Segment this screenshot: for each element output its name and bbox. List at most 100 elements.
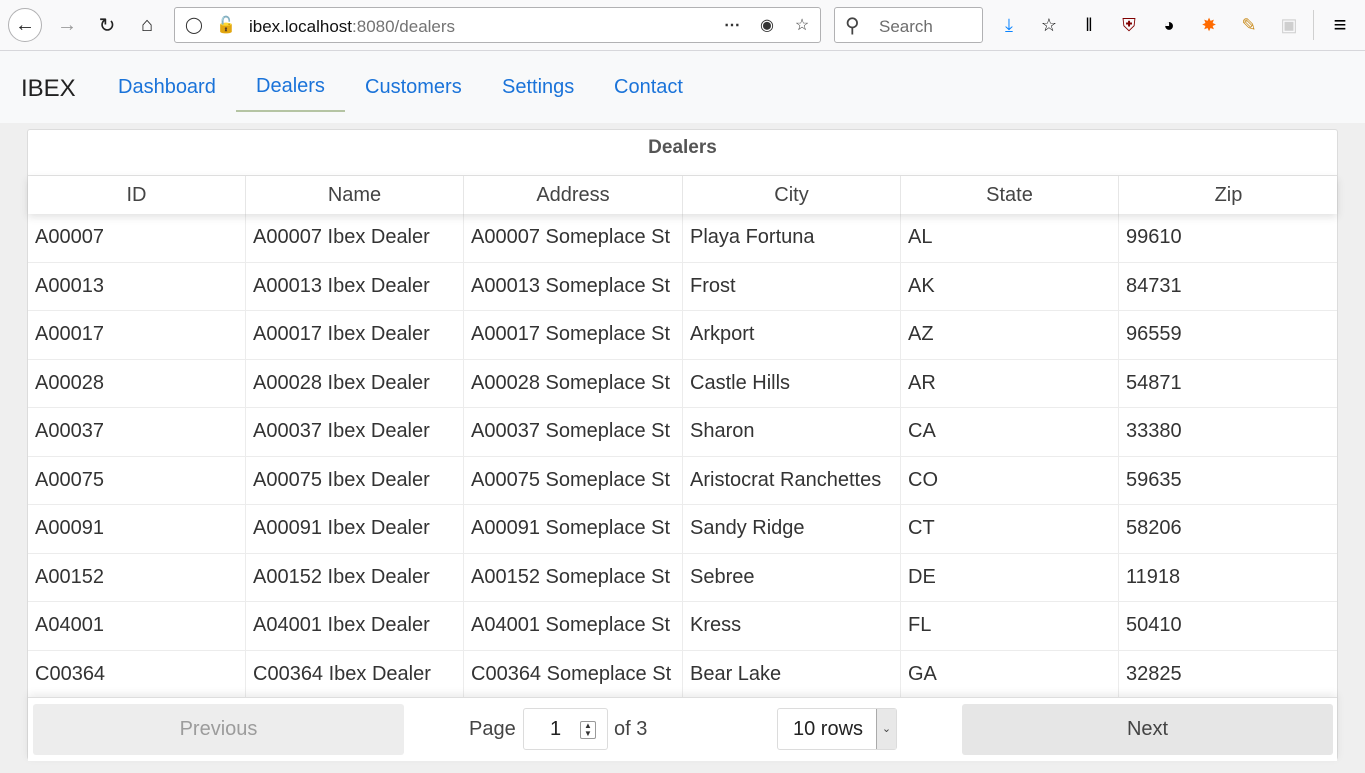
table-cell: Castle Hills <box>683 359 901 407</box>
table-cell: A00091 Ibex Dealer <box>246 505 464 553</box>
table-cell: CO <box>901 456 1119 504</box>
table-cell: C00364 <box>28 650 246 698</box>
table-cell: A00017 Someplace St <box>464 311 683 359</box>
table-row[interactable]: A00028 A00028 Ibex Dealer A00028 Someplace… <box>28 359 1337 408</box>
extension-grey-icon[interactable]: ▣ <box>1276 12 1302 38</box>
table-header: ID Name Address City State Zip <box>28 176 1337 214</box>
table-cell: A00007 <box>28 214 246 262</box>
extension-glasses-icon[interactable]: ◕ <box>1156 12 1182 38</box>
table-cell: A00013 <box>28 262 246 310</box>
extension-pinwheel-icon[interactable]: ✸ <box>1196 12 1222 38</box>
column-header[interactable]: City <box>683 176 901 214</box>
table-cell: 32825 <box>1126 662 1182 685</box>
table-cell: 99610 <box>1126 226 1182 248</box>
table-cell: C00364 Ibex Dealer <box>246 650 464 698</box>
menu-icon[interactable]: ≡ <box>1327 12 1353 38</box>
table-cell: Sebree <box>683 553 901 601</box>
table-cell: 54871 <box>1126 371 1182 394</box>
table-cell: AK <box>901 262 1119 310</box>
nav-settings[interactable]: Settings <box>502 76 574 99</box>
table-cell: AZ <box>901 311 1119 359</box>
column-header[interactable]: ID <box>28 176 246 214</box>
bookmarks-star-icon[interactable]: ☆ <box>1036 12 1062 38</box>
table-row[interactable]: C00364 C00364 Ibex Dealer C00364 Someplace… <box>28 650 1337 699</box>
table-cell: Playa Fortuna <box>683 214 901 262</box>
library-icon[interactable]: ‖ <box>1076 12 1102 38</box>
more-actions-icon[interactable]: ⋯ <box>721 14 743 36</box>
forward-icon[interactable]: → <box>50 8 84 42</box>
shield-icon[interactable]: ◯ <box>183 14 205 36</box>
active-nav-indicator <box>236 110 345 112</box>
downloads-icon[interactable]: ⤓ <box>996 12 1022 38</box>
table-cell: A00013 Ibex Dealer <box>246 262 464 310</box>
search-bar[interactable]: ⚲ Search <box>834 7 983 43</box>
previous-button[interactable]: Previous <box>33 704 404 755</box>
back-icon[interactable]: ← <box>8 8 42 42</box>
page-spinner-icon[interactable]: ▲ ▼ <box>580 721 596 739</box>
table-cell: A00007 Ibex Dealer <box>246 214 464 262</box>
table-cell: A00028 Ibex Dealer <box>246 359 464 407</box>
table-row[interactable]: A00091 A00091 Ibex Dealer A00091 Someplace… <box>28 505 1337 554</box>
table-row[interactable]: A04001 A04001 Ibex Dealer A04001 Someplace… <box>28 602 1337 651</box>
page-count-label: of 3 <box>614 718 648 740</box>
insecure-lock-icon[interactable]: 🔓 <box>215 14 237 36</box>
column-header[interactable]: Name <box>246 176 464 214</box>
table-cell: A00013 Someplace St <box>464 262 683 310</box>
table-cell: 58206 <box>1126 517 1182 539</box>
chevron-down-icon[interactable]: ⌄ <box>876 709 896 749</box>
table-cell: A00028 Someplace St <box>464 359 683 407</box>
nav-dealers[interactable]: Dealers <box>256 75 325 98</box>
toolbar-separator <box>1313 10 1314 40</box>
table-cell: CT <box>901 505 1119 553</box>
column-header[interactable]: Zip <box>1119 176 1338 214</box>
nav-contact[interactable]: Contact <box>614 76 683 99</box>
search-icon: ⚲ <box>845 15 860 37</box>
table-cell: FL <box>901 602 1119 650</box>
column-header[interactable]: State <box>901 176 1119 214</box>
home-icon[interactable]: ⌂ <box>130 8 164 42</box>
table-cell: A00075 <box>28 456 246 504</box>
dealers-card: Dealers ID Name Address City State Zip A00007… <box>27 129 1338 761</box>
ublock-icon[interactable]: ⛨ <box>1116 12 1142 38</box>
extension-brush-icon[interactable]: ✎ <box>1236 12 1262 38</box>
table-cell: AR <box>901 359 1119 407</box>
table-row[interactable]: A00017 A00017 Ibex Dealer A00017 Someplace… <box>28 311 1337 360</box>
table-cell: A00091 Someplace St <box>464 505 683 553</box>
pagination: Previous Page 1 ▲ ▼ of 3 10 rows ⌄ Next <box>28 697 1337 761</box>
table-cell: A04001 <box>28 602 246 650</box>
table-cell: 11918 <box>1126 565 1181 588</box>
table-cell: Aristocrat Ranchettes <box>683 456 901 504</box>
next-button[interactable]: Next <box>962 704 1333 755</box>
table-cell: A00007 Someplace St <box>464 214 683 262</box>
bookmark-star-icon[interactable]: ☆ <box>791 14 813 36</box>
table-cell: A00152 Ibex Dealer <box>246 553 464 601</box>
table-title: Dealers <box>28 130 1337 176</box>
url-text[interactable]: ibex.localhost:8080/dealers <box>249 17 455 37</box>
table-cell: 59635 <box>1126 468 1182 491</box>
browser-toolbar: ← → ↻ ⌂ ◯ 🔓 ibex.localhost:8080/dealers … <box>0 0 1365 51</box>
rows-per-page-select[interactable]: 10 rows ⌄ <box>777 708 897 750</box>
table-cell: DE <box>901 553 1119 601</box>
nav-dashboard[interactable]: Dashboard <box>118 76 216 99</box>
table-cell: 33380 <box>1126 420 1182 442</box>
table-cell: CA <box>901 408 1119 456</box>
table-row[interactable]: A00075 A00075 Ibex Dealer A00075 Someplace… <box>28 456 1337 505</box>
table-cell: A00152 <box>28 553 246 601</box>
table-cell: 96559 <box>1126 323 1182 345</box>
table-cell: 84731 <box>1126 274 1182 297</box>
column-header[interactable]: Address <box>464 176 683 214</box>
brand-logo[interactable]: IBEX <box>21 75 76 103</box>
address-bar[interactable]: ◯ 🔓 ibex.localhost:8080/dealers ⋯ ◉ ☆ <box>174 7 821 43</box>
table-row[interactable]: A00013 A00013 Ibex Dealer A00013 Someplace… <box>28 262 1337 311</box>
table-row[interactable]: A00037 A00037 Ibex Dealer A00037 Someplace… <box>28 408 1337 457</box>
page-number-value: 1 <box>550 718 562 740</box>
page-number-input[interactable]: 1 ▲ ▼ <box>523 708 608 750</box>
table-row[interactable]: A00152 A00152 Ibex Dealer A00152 Someplace… <box>28 553 1337 602</box>
table-cell: A00075 Someplace St <box>464 456 683 504</box>
pocket-icon[interactable]: ◉ <box>756 14 778 36</box>
table-cell: A00017 Ibex Dealer <box>246 311 464 359</box>
table-cell: Frost <box>683 262 901 310</box>
table-row[interactable]: A00007 A00007 Ibex Dealer A00007 Someplace… <box>28 214 1337 263</box>
nav-customers[interactable]: Customers <box>365 76 462 99</box>
reload-icon[interactable]: ↻ <box>90 8 124 42</box>
